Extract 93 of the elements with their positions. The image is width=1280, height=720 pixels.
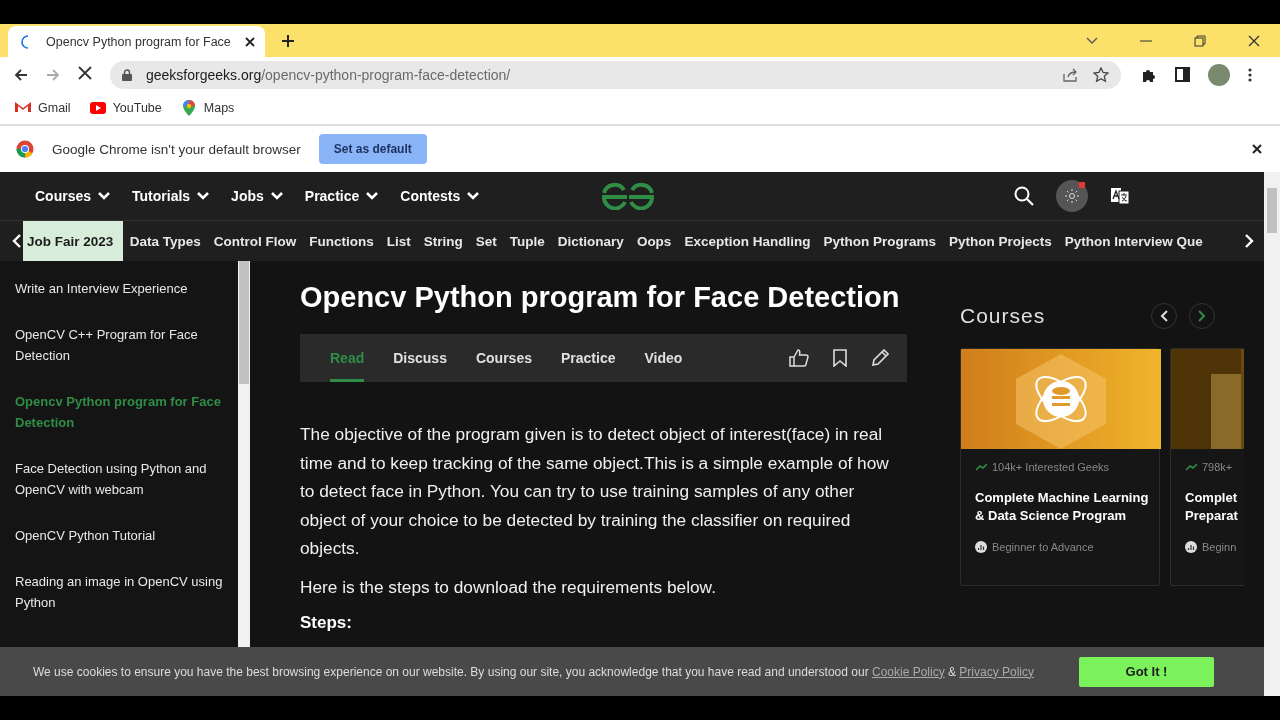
category-tab[interactable]: Oops [630,221,678,261]
minimize-icon[interactable] [1140,39,1152,42]
category-tab[interactable]: String [417,221,470,261]
section-heading: Steps: [300,613,353,633]
logo-icon[interactable] [600,182,656,210]
infobar-message: Google Chrome isn't your default browser [52,141,301,157]
share-icon[interactable] [1063,67,1079,82]
category-tab[interactable]: Python Interview Que [1058,221,1210,261]
category-tab[interactable]: Control Flow [207,221,303,261]
category-tab[interactable]: List [380,221,418,261]
article-tab[interactable]: Practice [560,334,616,382]
thumbs-up-icon[interactable] [789,349,809,367]
close-icon[interactable] [244,36,255,47]
chevron-down-icon [366,192,379,200]
article-tab[interactable]: Courses [475,334,532,382]
address-bar[interactable]: geeksforgeeks.org/opencv-python-program-face-detection/ [110,60,1121,89]
chevron-down-icon [270,192,283,200]
star-icon[interactable] [1093,66,1109,83]
close-icon[interactable] [1252,144,1262,154]
chevron-down-icon [467,192,480,200]
category-tab[interactable]: Exception Handling [677,221,817,261]
page-scrollbar[interactable] [1264,172,1280,696]
bookmark-icon[interactable] [833,349,847,367]
restore-icon[interactable] [1194,34,1206,47]
category-tab[interactable]: Dictionary [551,221,631,261]
chrome-icon [16,140,34,158]
nav-menu[interactable]: Tutorials [132,188,210,204]
nav-menu[interactable]: Contests [400,188,480,204]
article-title: Opencv Python program for Face Detection [300,281,901,314]
interest-count: 798k+ [1202,461,1233,473]
chevron-down-icon [197,192,210,200]
sun-icon [1065,189,1079,203]
tab-title: Opencv Python program for Face [46,34,231,49]
chevron-down-icon [98,192,111,200]
search-icon[interactable] [1014,186,1034,206]
nav-menu[interactable]: Courses [35,188,111,204]
trending-icon [975,463,987,471]
side-panel-icon[interactable] [1175,67,1190,82]
profile-avatar[interactable] [1208,63,1230,86]
paragraph: The objective of the program given is to detect object of interest(face) in real time and to keep tracking of the same object.This is a simple example of how to detect face in Python. You can try to use training samples of any other object of your choice to be detected by training the classifier on required objects. [300,423,890,560]
bookmark[interactable]: Maps [179,99,235,117]
category-tab[interactable]: Python Projects [942,221,1059,261]
translate-icon[interactable] [1110,187,1130,205]
new-tab-icon[interactable] [280,33,295,48]
chevron-left-icon [1160,310,1168,322]
policy-link[interactable]: Cookie Policy [871,664,945,679]
paragraph: Here is the steps to download the requirements below. [300,575,717,599]
sidebar-link[interactable]: OpenCV Python Tutorial [15,525,226,546]
sidebar-link[interactable]: Face Detection using Python and OpenCV with webcam [15,458,226,500]
chevron-left-icon[interactable] [12,234,21,248]
article-tab[interactable]: Video [644,334,683,382]
policy-link[interactable]: Privacy Policy [959,664,1035,679]
difficulty-label: Beginn [1202,541,1237,553]
sidebar-link[interactable]: OpenCV C++ Program for Face Detection [15,324,226,366]
video-icon [88,99,107,117]
cookie-message: We use cookies to ensure you have the best browsing experience on our website. By using our site, you acknowledge that you have read and understood our Cookie Policy & Privacy Policy [33,664,1035,679]
back-icon[interactable] [14,67,28,82]
chevron-right-icon [1198,310,1206,322]
article-tab[interactable]: Discuss [393,334,447,382]
category-tab[interactable]: Job Fair 2023 [23,221,124,261]
set-default-button[interactable]: Set as default [318,134,427,164]
chevron-right-icon[interactable] [1245,234,1254,248]
course-card[interactable]: 104k+ Interested Geeks Complete Machine Learning & Data Science Program Beginner to Advance [960,348,1160,586]
sidebar-link[interactable]: Write an Interview Experience [15,278,226,299]
nav-menu[interactable]: Jobs [231,188,283,204]
category-tab[interactable]: Python Programs [816,221,943,261]
nav-menu[interactable]: Practice [304,188,379,204]
lock-icon [122,68,132,81]
interest-count: 104k+ Interested Geeks [992,461,1110,473]
theme-toggle[interactable] [1056,180,1088,212]
category-tab[interactable]: Tuple [503,221,552,261]
sidebar-link[interactable]: Reading an image in OpenCV using Python [15,571,226,613]
trending-icon [1185,463,1197,471]
bookmark[interactable]: Gmail [14,99,71,117]
accept-button[interactable]: Got It ! [1079,656,1214,687]
tab-search-icon[interactable] [1086,36,1098,45]
course-title: Complet Preparat [1185,489,1239,525]
browser-tab[interactable]: Opencv Python program for Face [8,26,265,57]
bookmark[interactable]: YouTube [88,99,162,117]
stop-icon[interactable] [78,65,92,80]
menu-icon[interactable] [1248,67,1252,82]
category-tab[interactable]: Set [469,221,504,261]
category-tab[interactable]: Data Types [123,221,208,261]
sidebar-link[interactable]: Opencv Python program for Face Detection [15,391,226,433]
difficulty-label: Beginner to Advance [992,541,1094,553]
pencil-icon[interactable] [871,349,889,367]
sidebar-scrollbar[interactable] [238,261,250,647]
section-title: Courses [960,304,1046,328]
level-icon [975,541,987,553]
close-icon[interactable] [1248,34,1260,47]
course-card[interactable]: 798k+ Complet Preparat Beginn [1170,348,1244,586]
category-tab[interactable]: Functions [302,221,381,261]
level-icon [1185,541,1197,553]
